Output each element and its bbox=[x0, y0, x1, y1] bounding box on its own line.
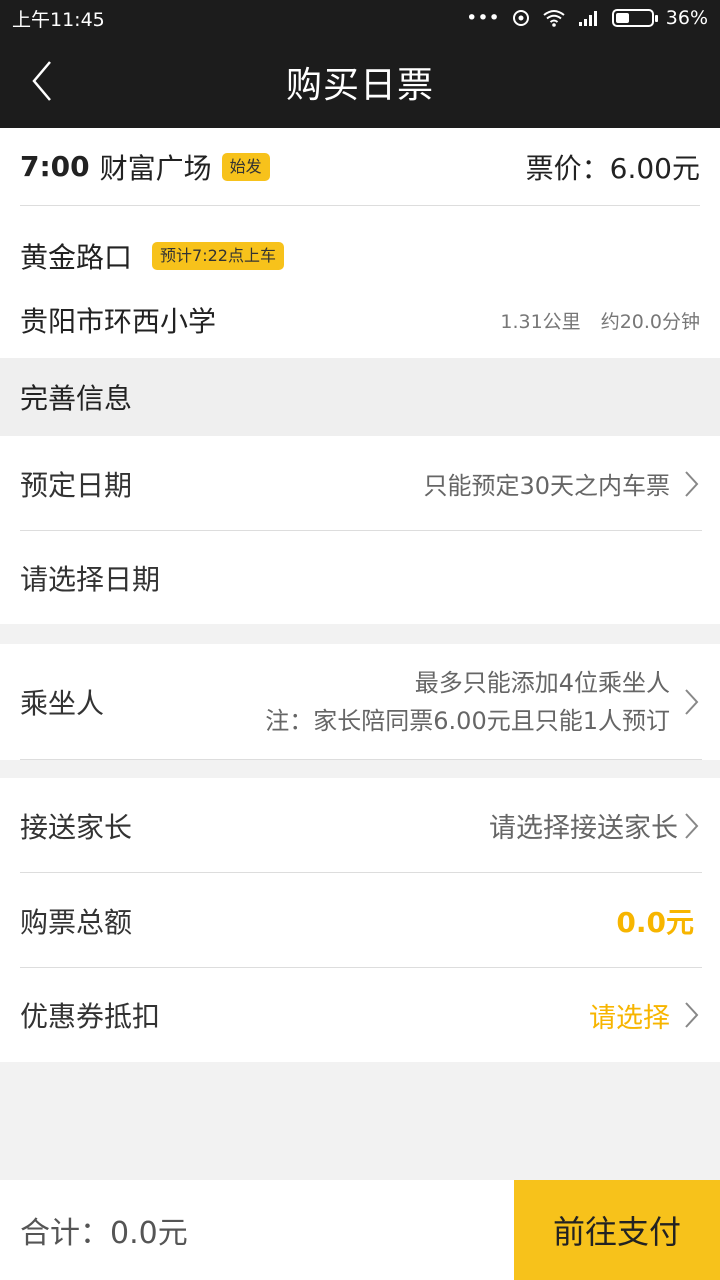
order-total: 合计：0.0元 bbox=[20, 1216, 188, 1251]
trip-duration: 约20.0分钟 bbox=[600, 310, 700, 333]
booking-date-label: 预定日期 bbox=[20, 468, 133, 502]
origin-badge: 始发 bbox=[221, 152, 270, 181]
status-time: 上午11:45 bbox=[12, 8, 105, 31]
pay-button[interactable]: 前往支付 bbox=[514, 1180, 720, 1280]
ticket-total-value: 0.0元 bbox=[616, 905, 694, 939]
parent-label: 接送家长 bbox=[20, 810, 133, 844]
trip-origin-row: 7:00 财富广场 始发 票价：6.00元 bbox=[20, 128, 700, 206]
ticket-total-row: 购票总额 0.0元 bbox=[0, 873, 720, 968]
back-button[interactable] bbox=[22, 58, 62, 104]
parent-select-text: 请选择接送家长 bbox=[489, 813, 678, 844]
battery-percent: 36% bbox=[665, 7, 708, 29]
section-header: 完善信息 bbox=[0, 358, 720, 436]
status-icons: ••• 36% bbox=[466, 7, 708, 29]
nav-bar: 购买日票 bbox=[0, 36, 720, 128]
choose-date-label: 请选择日期 bbox=[20, 562, 161, 596]
coupon-row[interactable]: 优惠券抵扣 请选择 bbox=[0, 968, 720, 1062]
chevron-left-icon bbox=[32, 61, 51, 101]
trip-info: 7:00 财富广场 始发 票价：6.00元 黄金路口 预计7:22点上车 贵阳市… bbox=[0, 128, 720, 358]
passengers-note-text: 注：家长陪同票6.00元且只能1人预订 bbox=[265, 707, 670, 735]
destination-row: 贵阳市环西小学 1.31公里 约20.0分钟 bbox=[20, 296, 700, 344]
boarding-stop: 黄金路口 bbox=[20, 241, 133, 274]
coupon-select-text: 请选择 bbox=[589, 1002, 670, 1034]
cell-signal-icon bbox=[578, 11, 597, 26]
booking-date-hint: 只能预定30天之内车票 bbox=[423, 472, 670, 500]
departure-time: 7:00 bbox=[20, 150, 90, 183]
destination-stop: 贵阳市环西小学 bbox=[20, 305, 217, 338]
chevron-right-icon bbox=[685, 689, 699, 715]
signal-circle-icon bbox=[512, 10, 529, 26]
origin-station: 财富广场 bbox=[99, 151, 212, 185]
more-dots-icon: ••• bbox=[466, 7, 500, 29]
passengers-row[interactable]: 乘坐人 最多只能添加4位乘坐人 注：家长陪同票6.00元且只能1人预订 bbox=[0, 644, 720, 760]
trip-distance: 1.31公里 bbox=[500, 310, 581, 333]
boarding-time-badge: 预计7:22点上车 bbox=[152, 242, 284, 270]
page-title: 购买日票 bbox=[285, 65, 434, 106]
wifi-icon bbox=[543, 10, 565, 27]
choose-date-row[interactable]: 请选择日期 bbox=[0, 531, 720, 624]
boarding-stop-row: 黄金路口 预计7:22点上车 bbox=[20, 232, 700, 280]
status-bar: 上午11:45 ••• 36% bbox=[0, 0, 720, 36]
passengers-label: 乘坐人 bbox=[20, 687, 105, 720]
booking-date-row[interactable]: 预定日期 只能预定30天之内车票 bbox=[0, 436, 720, 531]
parent-row[interactable]: 接送家长 请选择接送家长 bbox=[0, 778, 720, 873]
ticket-price: 票价：6.00元 bbox=[525, 151, 700, 185]
chevron-right-icon bbox=[685, 812, 699, 839]
bottom-bar: 合计：0.0元 前往支付 bbox=[0, 1180, 720, 1280]
passengers-limit-text: 最多只能添加4位乘坐人 bbox=[414, 669, 670, 697]
coupon-label: 优惠券抵扣 bbox=[20, 1000, 161, 1033]
battery-icon bbox=[611, 9, 658, 27]
ticket-total-label: 购票总额 bbox=[20, 905, 133, 939]
chevron-right-icon bbox=[685, 470, 699, 497]
chevron-right-icon bbox=[685, 1002, 699, 1028]
